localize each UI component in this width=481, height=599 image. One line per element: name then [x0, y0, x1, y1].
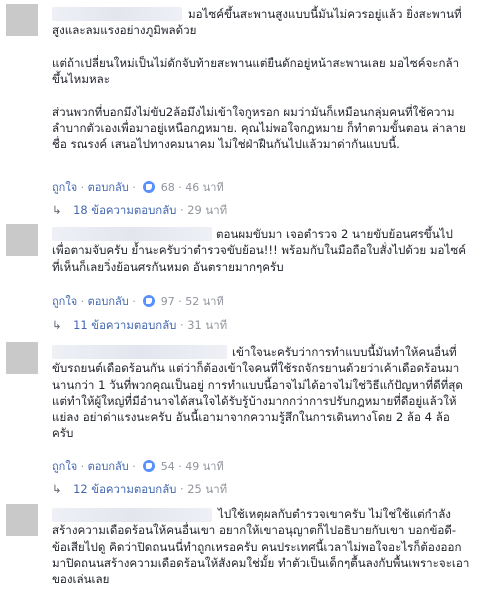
comment-3: เข้าใจนะครับว่าการทำแบบนี้มันทำให้คนอื่น… [0, 340, 481, 500]
comment-actions: ถูกใจ · ตอบกลับ · 68 · 46 นาที [52, 181, 224, 194]
replies-time: 31 นาที [187, 318, 228, 332]
comment-text: ตอนผมขับมา เจอตำรวจ 2 นายขับย้อนศรขึ้นไป… [52, 227, 466, 274]
reply-arrow-icon: ↳ [52, 318, 62, 332]
reply-arrow-icon: ↳ [52, 482, 62, 496]
comment-2: ตอนผมขับมา เจอตำรวจ 2 นายขับย้อนศรขึ้นไป… [0, 222, 481, 340]
reply-link[interactable]: ตอบกลับ [88, 460, 129, 473]
comment-text: ไปใช้เหตุผลกับตำรวจเขาครับ ไม่ใช่ใช้แต่ก… [52, 507, 470, 587]
like-count[interactable]: 54 [161, 460, 175, 473]
view-replies-link[interactable]: ↳ 12 ข้อความตอบกลับ · 25 นาที [52, 481, 227, 499]
comment-time[interactable]: 52 นาที [185, 295, 223, 308]
thumbs-up-icon [143, 460, 156, 472]
like-count[interactable]: 97 [161, 295, 175, 308]
view-replies-link[interactable]: ↳ 18 ข้อความตอบกลับ · 29 นาที [52, 202, 227, 220]
replies-count[interactable]: 11 ข้อความตอบกลับ [73, 318, 176, 332]
comment-1: มอไซค์ขึ้นสะพานสูงแบบนี้มันไม่ควรอยู่แล้… [0, 0, 481, 225]
replies-count[interactable]: 18 ข้อความตอบกลับ [73, 203, 176, 217]
reply-link[interactable]: ตอบกลับ [88, 181, 129, 194]
avatar[interactable] [6, 342, 38, 374]
comment-text: เข้าใจนะครับว่าการทำแบบนี้มันทำให้คนอื่น… [52, 345, 463, 441]
comment-time[interactable]: 46 นาที [185, 181, 223, 194]
like-link[interactable]: ถูกใจ [52, 181, 77, 194]
replies-time: 25 นาที [187, 482, 228, 496]
comment-actions: ถูกใจ · ตอบกลับ · 54 · 49 นาที [52, 460, 224, 473]
replies-count[interactable]: 12 ข้อความตอบกลับ [73, 482, 176, 496]
view-replies-link[interactable]: ↳ 11 ข้อความตอบกลับ · 31 นาที [52, 317, 227, 335]
like-link[interactable]: ถูกใจ [52, 460, 77, 473]
avatar[interactable] [6, 504, 38, 536]
replies-time: 29 นาที [187, 203, 228, 217]
comment-actions: ถูกใจ · ตอบกลับ · 97 · 52 นาที [52, 295, 224, 308]
like-link[interactable]: ถูกใจ [52, 295, 77, 308]
avatar[interactable] [6, 224, 38, 256]
comment-text: มอไซค์ขึ้นสะพานสูงแบบนี้มันไม่ควรอยู่แล้… [52, 7, 466, 152]
comment-4: ไปใช้เหตุผลกับตำรวจเขาครับ ไม่ใช่ใช้แต่ก… [0, 500, 481, 599]
thumbs-up-icon [143, 181, 156, 193]
comment-time[interactable]: 49 นาที [185, 460, 223, 473]
avatar[interactable] [6, 4, 38, 36]
reply-link[interactable]: ตอบกลับ [88, 295, 129, 308]
reply-arrow-icon: ↳ [52, 203, 62, 217]
thumbs-up-icon [143, 295, 156, 307]
like-count[interactable]: 68 [161, 181, 175, 194]
